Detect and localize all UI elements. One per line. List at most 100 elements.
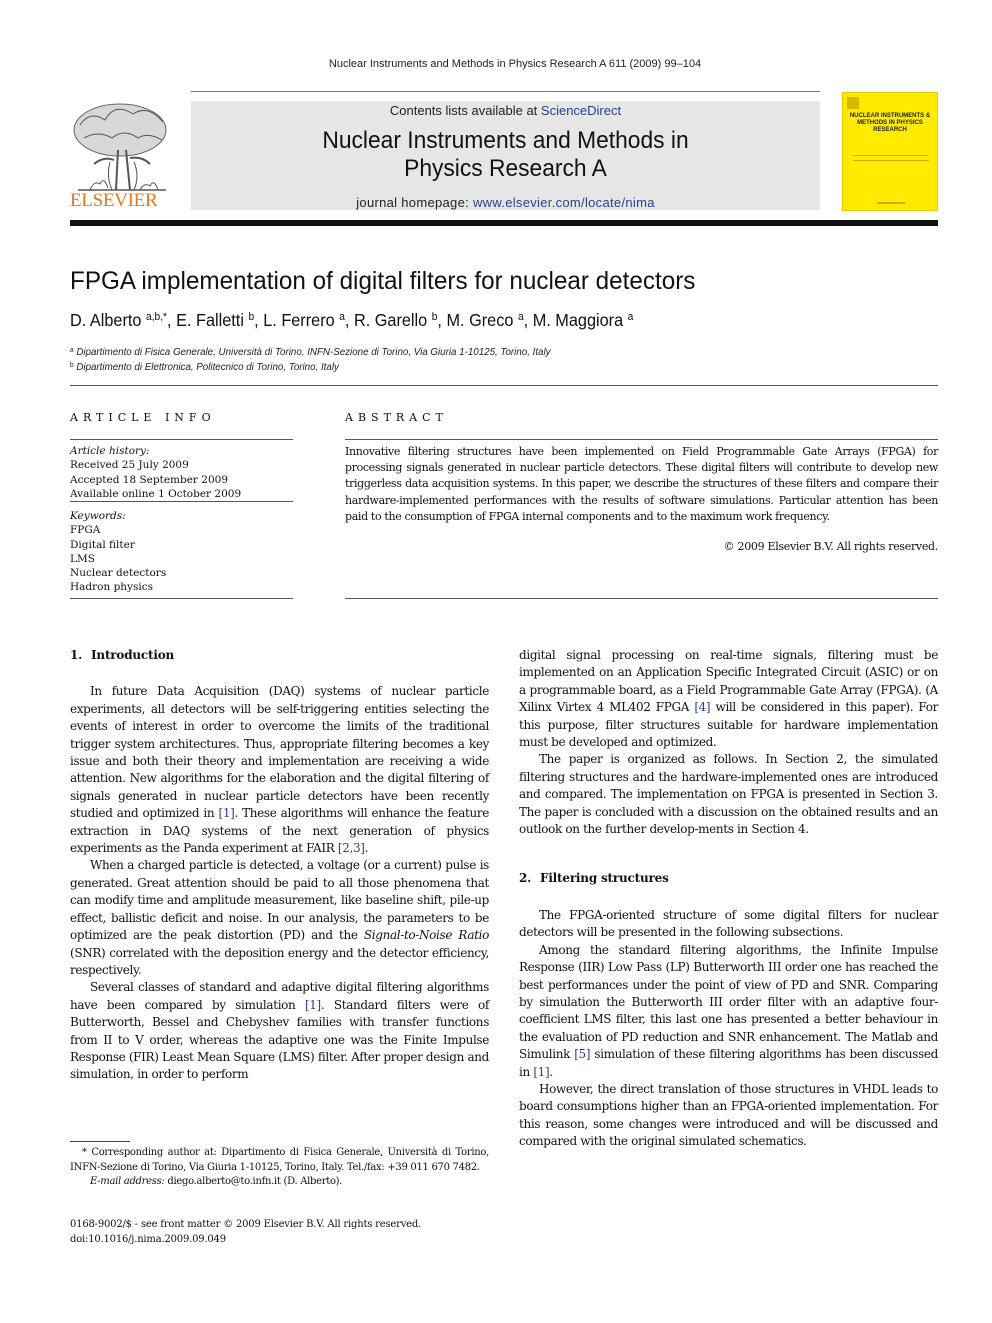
affiliation-a: a Dipartimento di Fisica Generale, Unive… <box>70 344 551 359</box>
left-column: 1. Introduction In future Data Acquisitio… <box>70 647 489 1084</box>
article-info-heading: ARTICLE INFO <box>70 411 216 424</box>
article-history: Article history: Received 25 July 2009 A… <box>70 444 293 501</box>
text-run: Among the standard filtering algorithms,… <box>519 942 938 1062</box>
email-note: E-mail address: diego.alberto@to.infn.it… <box>70 1175 489 1190</box>
author-affiliation-marker: a,b,* <box>145 311 168 323</box>
history-online: Available online 1 October 2009 <box>70 487 242 500</box>
paragraph: The paper is organized as follows. In Se… <box>519 751 938 838</box>
running-head: Nuclear Instruments and Methods in Physi… <box>328 58 702 70</box>
affiliations: a Dipartimento di Fisica Generale, Unive… <box>70 344 551 374</box>
paragraph: Among the standard filtering algorithms,… <box>519 942 938 1081</box>
author-name: D. Alberto <box>70 310 146 330</box>
email-label: E-mail address: <box>90 1176 165 1187</box>
journal-homepage-link[interactable]: www.elsevier.com/locate/nima <box>473 195 655 210</box>
affiliation-b: b Dipartimento di Elettronica, Politecni… <box>70 359 551 374</box>
masthead-divider <box>191 91 820 92</box>
paragraph: However, the direct translation of those… <box>519 1081 938 1151</box>
citation-link[interactable]: [1] <box>305 998 321 1012</box>
issn-line: 0168-9002/$ - see front matter © 2009 El… <box>70 1219 422 1230</box>
citation-link[interactable]: [1] <box>533 1065 549 1079</box>
author-separator: , <box>167 310 177 330</box>
italic-term: Signal-to-Noise Ratio <box>363 928 489 943</box>
contents-line: Contents lists available at ScienceDirec… <box>191 103 820 118</box>
text-run: . <box>364 841 369 856</box>
text-run: (SNR) correlated with the deposition ene… <box>70 945 489 977</box>
section-number: 2. <box>519 871 532 886</box>
journal-title-line2: Physics Research A <box>404 155 607 182</box>
keywords-label: Keywords: <box>70 510 126 522</box>
cover-footer-line <box>877 202 905 204</box>
paragraph: Several classes of standard and adaptive… <box>70 979 489 1083</box>
citation-link[interactable]: [1] <box>219 806 235 820</box>
doi-line[interactable]: doi:10.1016/j.nima.2009.09.049 <box>70 1232 489 1247</box>
article-history-rule <box>70 501 293 502</box>
author-name: L. Ferrero <box>263 310 340 330</box>
keyword: Nuclear detectors <box>70 567 167 580</box>
citation-link[interactable]: [5] <box>574 1047 590 1061</box>
text-run: In future Data Acquisition (DAQ) systems… <box>70 684 489 821</box>
affiliation-text: Dipartimento di Fisica Generale, Univers… <box>76 346 551 358</box>
paragraph: In future Data Acquisition (DAQ) systems… <box>70 683 489 857</box>
text-run: The FPGA-oriented structure of some digi… <box>519 907 938 940</box>
cover-title: NUCLEAR INSTRUMENTS & METHODS IN PHYSICS… <box>849 113 931 133</box>
keyword: LMS <box>70 552 95 565</box>
author-separator: , <box>437 310 447 330</box>
keywords-rule <box>70 598 293 599</box>
abstract-text: Innovative filtering structures have bee… <box>345 445 938 523</box>
affiliation-text: Dipartimento di Elettronica, Politecnico… <box>76 361 339 373</box>
journal-title-line1: Nuclear Instruments and Methods in <box>322 127 689 154</box>
sciencedirect-link[interactable]: ScienceDirect <box>541 103 621 118</box>
cover-emblem-icon <box>847 97 859 109</box>
abstract-top-rule <box>345 439 938 440</box>
affiliation-marker: b <box>70 362 74 369</box>
author-separator: , <box>344 310 354 330</box>
article-info-rule <box>70 439 293 440</box>
citation-link[interactable]: [4] <box>694 700 710 714</box>
keyword: Digital filter <box>70 538 135 551</box>
section-number: 1. <box>70 648 83 662</box>
history-received: Received 25 July 2009 <box>70 459 189 472</box>
author-name: M. Maggiora <box>532 310 628 330</box>
keyword: Hadron physics <box>70 581 154 594</box>
footnote-rule <box>70 1141 130 1142</box>
section-title: Filtering structures <box>540 871 669 886</box>
footnote: * Corresponding author at: Dipartimento … <box>70 1146 489 1190</box>
section-title: Introduction <box>91 648 175 662</box>
publisher-logo-text: ELSEVIER <box>70 190 158 211</box>
author-name: M. Greco <box>446 310 518 330</box>
email-address[interactable]: diego.alberto@to.infn.it (D. Alberto). <box>164 1176 342 1187</box>
journal-homepage: journal homepage: www.elsevier.com/locat… <box>191 195 820 210</box>
journal-title: Nuclear Instruments and Methods in Physi… <box>207 127 805 183</box>
history-accepted: Accepted 18 September 2009 <box>70 473 229 486</box>
text-run: The paper is organized as follows. In Se… <box>519 752 938 837</box>
keywords: Keywords: FPGA Digital filter LMS Nuclea… <box>70 509 293 595</box>
right-column: digital signal processing on real-time s… <box>519 647 938 1151</box>
text-run: However, the direct translation of those… <box>519 1081 938 1149</box>
author-separator: , <box>523 310 533 330</box>
author-list: D. Alberto a,b,*, E. Falletti b, L. Ferr… <box>70 310 633 331</box>
author-affiliation-marker: a <box>627 311 634 323</box>
paragraph: digital signal processing on real-time s… <box>519 647 938 751</box>
front-matter: 0168-9002/$ - see front matter © 2009 El… <box>70 1217 489 1247</box>
author-name: E. Falletti <box>176 310 249 330</box>
text-run: . <box>549 1064 553 1079</box>
cover-subtitle-lines <box>853 155 929 161</box>
homepage-prefix: journal homepage: <box>356 195 473 210</box>
citation-link[interactable]: [2,3] <box>338 841 365 855</box>
affiliation-marker: a <box>70 347 74 354</box>
author-separator: , <box>254 310 264 330</box>
abstract-copyright: © 2009 Elsevier B.V. All rights reserved… <box>723 540 939 553</box>
section-1-heading: 1. Introduction <box>70 647 489 664</box>
journal-cover-thumbnail: NUCLEAR INSTRUMENTS & METHODS IN PHYSICS… <box>842 92 938 211</box>
title-divider <box>70 385 938 386</box>
abstract-heading: ABSTRACT <box>345 411 448 424</box>
paragraph: When a charged particle is detected, a v… <box>70 857 489 979</box>
paragraph: The FPGA-oriented structure of some digi… <box>519 907 938 942</box>
keyword: FPGA <box>70 524 101 537</box>
abstract-bottom-rule <box>345 598 938 599</box>
author-name: R. Garello <box>353 310 432 330</box>
contents-prefix: Contents lists available at <box>389 103 541 118</box>
article-history-label: Article history: <box>70 445 150 457</box>
masthead-thick-rule <box>70 220 938 226</box>
corresponding-author-note: * Corresponding author at: Dipartimento … <box>70 1147 489 1173</box>
